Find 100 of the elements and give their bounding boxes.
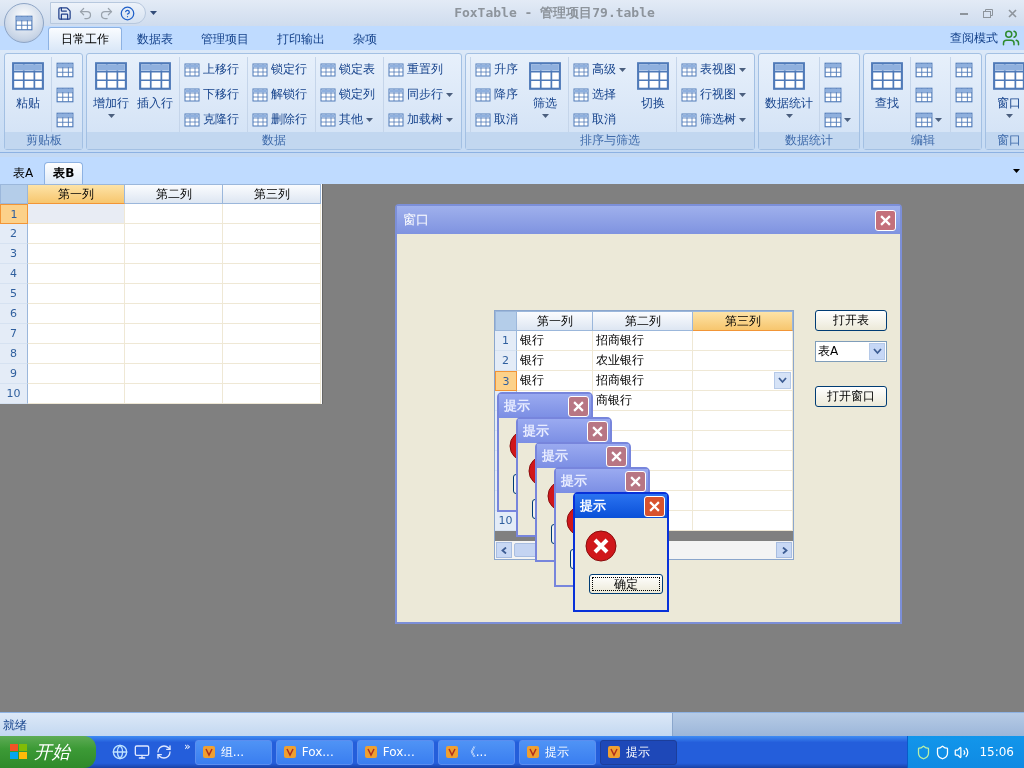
combo-box[interactable]: 表A	[815, 341, 887, 362]
quick-launch-button[interactable]	[112, 744, 128, 760]
shield-icon[interactable]	[916, 744, 932, 760]
sheet-tab[interactable]: 表A	[4, 162, 43, 184]
row-header[interactable]: 1	[495, 331, 517, 351]
row-header[interactable]: 10	[495, 511, 517, 531]
scroll-right-button[interactable]	[776, 542, 792, 558]
ribbon-button[interactable]: 上移行	[182, 60, 241, 79]
mode-label[interactable]: 查阅模式	[950, 29, 998, 47]
save-button[interactable]	[57, 5, 72, 21]
column-header[interactable]: 第三列	[223, 184, 321, 204]
shield-icon[interactable]	[935, 744, 951, 760]
ribbon-button[interactable]: 插入行	[135, 57, 175, 132]
ribbon-button[interactable]: 粘贴	[9, 57, 47, 132]
ribbon-button[interactable]: 降序	[473, 85, 520, 104]
close-button[interactable]	[875, 209, 896, 231]
dialog-title: 提示	[561, 472, 587, 490]
ok-button[interactable]: 确定	[589, 574, 663, 594]
ribbon-button[interactable]: 其他	[318, 110, 377, 129]
row-header[interactable]: 4	[0, 264, 28, 284]
push-button[interactable]: 打开窗口	[815, 386, 887, 407]
ribbon-button[interactable]: 筛选	[526, 57, 564, 132]
taskbar-button[interactable]: 组...	[194, 739, 272, 765]
table-icon	[252, 111, 268, 128]
row-header[interactable]: 9	[0, 364, 28, 384]
column-header[interactable]: 第二列	[593, 311, 693, 331]
ribbon-button[interactable]: 锁定行	[250, 60, 309, 79]
row-header[interactable]: 7	[0, 324, 28, 344]
ribbon-button[interactable]: 数据统计	[763, 57, 815, 132]
quick-launch-button[interactable]	[134, 744, 150, 760]
users-icon[interactable]	[1002, 29, 1020, 47]
ribbon-tab[interactable]: 日常工作	[48, 27, 122, 50]
ribbon-button[interactable]: 克隆行	[182, 110, 241, 129]
sheet-menu-button[interactable]	[1013, 168, 1020, 173]
table-icon	[915, 85, 933, 104]
row-header[interactable]: 10	[0, 384, 28, 404]
row-header[interactable]: 2	[495, 351, 517, 371]
column-header[interactable]: 第三列	[693, 311, 793, 331]
ribbon-button[interactable]: 加载树	[386, 110, 455, 129]
ribbon-tab[interactable]: 管理项目	[188, 27, 262, 50]
ribbon-button[interactable]: 筛选树	[679, 110, 748, 129]
ribbon-tab[interactable]: 数据表	[124, 27, 186, 50]
ribbon-button[interactable]: 取消	[473, 110, 520, 129]
close-button[interactable]	[587, 420, 608, 442]
ribbon-tab[interactable]: 打印输出	[264, 27, 338, 50]
column-header[interactable]: 第二列	[125, 184, 223, 204]
more-button[interactable]: »	[184, 740, 191, 753]
help-button[interactable]	[120, 5, 135, 21]
ribbon-button[interactable]: 同步行	[386, 85, 455, 104]
taskbar-button[interactable]: 提示	[599, 739, 677, 765]
ribbon-button[interactable]: 增加行	[91, 57, 131, 132]
redo-icon	[99, 5, 114, 21]
ribbon-button[interactable]: 解锁行	[250, 85, 309, 104]
column-header[interactable]: 第一列	[28, 184, 125, 204]
ribbon-button[interactable]: 重置列	[386, 60, 455, 79]
redo-button[interactable]	[99, 5, 114, 21]
ribbon-button[interactable]: 高级	[571, 60, 628, 79]
start-button[interactable]: 开始	[0, 736, 96, 768]
undo-button[interactable]	[78, 5, 93, 21]
row-header[interactable]: 8	[0, 344, 28, 364]
speaker-icon[interactable]	[954, 744, 970, 760]
ribbon-button[interactable]: 取消	[571, 110, 628, 129]
close-button[interactable]	[606, 445, 627, 467]
ribbon-button[interactable]: 表视图	[679, 60, 748, 79]
push-button[interactable]: 打开表	[815, 310, 887, 331]
sheet-tab[interactable]: 表B	[44, 162, 84, 184]
ribbon-button[interactable]: 行视图	[679, 85, 748, 104]
cell-dropdown-button[interactable]	[774, 372, 791, 389]
ribbon-button[interactable]: 删除行	[250, 110, 309, 129]
monitor-icon	[134, 744, 150, 760]
close-button[interactable]	[568, 395, 589, 417]
caret-icon	[739, 117, 746, 122]
ribbon-button[interactable]: 升序	[473, 60, 520, 79]
ribbon-button[interactable]: 切换	[634, 57, 672, 132]
row-header[interactable]: 3	[495, 371, 517, 391]
ribbon-button[interactable]: 锁定列	[318, 85, 377, 104]
close-button[interactable]	[644, 495, 665, 517]
row-header[interactable]: 6	[0, 304, 28, 324]
chevron-down-icon	[778, 377, 787, 384]
customize-button[interactable]	[150, 11, 157, 15]
quick-launch-button[interactable]	[156, 744, 172, 760]
table-icon	[870, 59, 904, 93]
scroll-left-button[interactable]	[496, 542, 512, 558]
row-header[interactable]: 3	[0, 244, 28, 264]
taskbar-button[interactable]: 《...	[437, 739, 515, 765]
close-button[interactable]	[625, 470, 646, 492]
dropdown-button[interactable]	[869, 343, 885, 360]
ribbon-button[interactable]: 查找	[868, 57, 906, 132]
row-header[interactable]: 1	[0, 204, 28, 224]
table-icon	[475, 111, 491, 128]
ribbon-button[interactable]: 窗口	[990, 57, 1024, 132]
ribbon-button[interactable]: 选择	[571, 85, 628, 104]
ribbon-button[interactable]: 锁定表	[318, 60, 377, 79]
group-label: 窗口	[986, 132, 1024, 149]
row-header[interactable]: 5	[0, 284, 28, 304]
ribbon-tab[interactable]: 杂项	[340, 27, 390, 50]
table-icon	[56, 60, 74, 79]
ribbon-button[interactable]: 下移行	[182, 85, 241, 104]
row-header[interactable]: 2	[0, 224, 28, 244]
column-header[interactable]: 第一列	[517, 311, 593, 331]
